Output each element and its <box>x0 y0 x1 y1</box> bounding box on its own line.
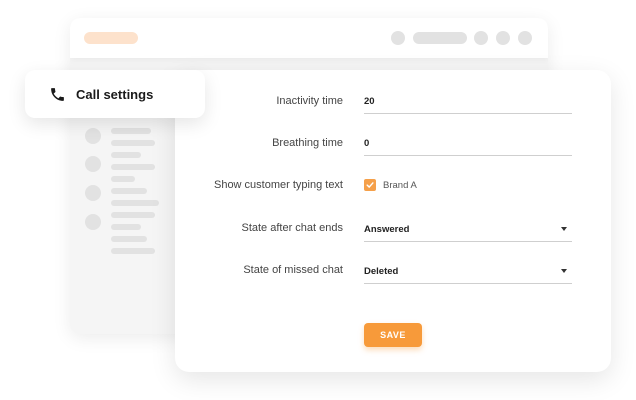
placeholder-line <box>111 188 147 194</box>
breathing-time-input[interactable]: 0 <box>364 138 572 149</box>
call-settings-header: Call settings <box>25 70 205 118</box>
placeholder-dot <box>496 31 510 45</box>
state-after-chat-underline <box>364 241 572 242</box>
placeholder-avatar <box>85 214 101 230</box>
placeholder-line <box>111 224 141 230</box>
placeholder-dot <box>518 31 532 45</box>
inactivity-time-underline <box>364 113 572 114</box>
placeholder-avatar <box>85 128 101 144</box>
state-after-chat-value: Answered <box>364 224 410 235</box>
placeholder-pill-accent <box>84 32 138 44</box>
state-after-chat-label: State after chat ends <box>241 222 343 234</box>
placeholder-line <box>111 128 151 134</box>
chevron-down-icon <box>561 269 567 273</box>
placeholder-avatar <box>85 185 101 201</box>
page-title: Call settings <box>76 87 154 102</box>
placeholder-dot <box>474 31 488 45</box>
inactivity-time-input[interactable]: 20 <box>364 96 572 107</box>
inactivity-time-label: Inactivity time <box>276 95 343 107</box>
save-button[interactable]: SAVE <box>364 323 422 347</box>
chevron-down-icon <box>561 227 567 231</box>
breathing-time-label: Breathing time <box>272 137 343 149</box>
settings-form-card: Inactivity time 20 Breathing time 0 Show… <box>175 70 611 372</box>
placeholder-pill <box>413 32 467 44</box>
brand-a-label: Brand A <box>383 180 417 191</box>
placeholder-dot <box>391 31 405 45</box>
phone-icon <box>51 88 64 101</box>
placeholder-line <box>111 152 141 158</box>
placeholder-line <box>111 176 135 182</box>
placeholder-line <box>111 164 155 170</box>
state-missed-chat-label: State of missed chat <box>243 264 343 276</box>
placeholder-line <box>111 212 155 218</box>
state-missed-chat-underline <box>364 283 572 284</box>
background-topbar <box>70 18 548 58</box>
placeholder-line <box>111 248 155 254</box>
brand-a-checkbox[interactable] <box>364 179 376 191</box>
placeholder-line <box>111 236 147 242</box>
breathing-time-underline <box>364 155 572 156</box>
placeholder-line <box>111 140 155 146</box>
state-missed-chat-value: Deleted <box>364 266 399 277</box>
placeholder-line <box>111 200 159 206</box>
checkmark-icon <box>366 182 374 188</box>
placeholder-avatar <box>85 156 101 172</box>
typing-text-label: Show customer typing text <box>213 179 343 191</box>
